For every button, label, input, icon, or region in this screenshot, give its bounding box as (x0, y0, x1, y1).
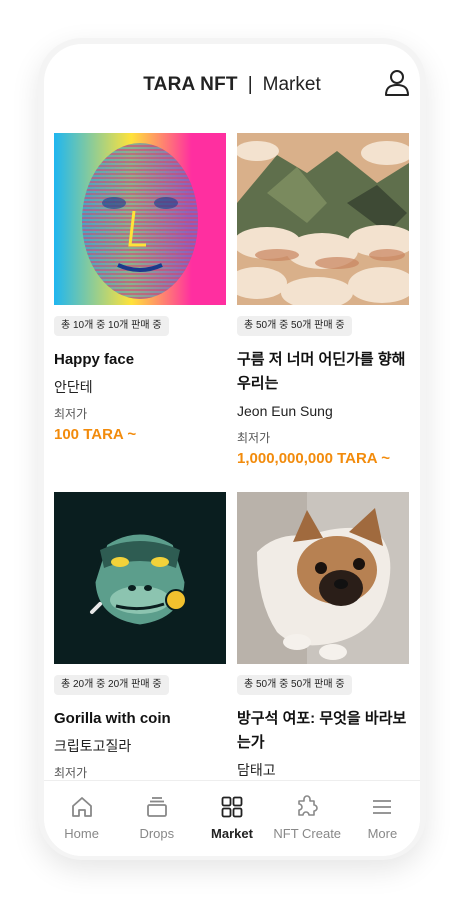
bottom-tab-bar: Home Drops Market NFT Create More (44, 780, 420, 856)
tab-market[interactable]: Market (194, 781, 269, 856)
price-label: 최저가 (54, 766, 88, 780)
price-label: 최저가 (237, 431, 271, 445)
market-grid-icon (221, 796, 243, 818)
creator-name: 담태고 (237, 762, 276, 778)
nft-grid: 총 10개 중 10개 판매 중 Happy face 안단테 최저가 100 … (54, 133, 410, 780)
puppy-image (237, 492, 409, 664)
sale-badge: 총 50개 중 50개 판매 중 (237, 675, 352, 695)
tab-home[interactable]: Home (44, 781, 119, 856)
drops-icon (146, 797, 167, 817)
abstract-face-image (54, 133, 226, 305)
top-header: TARA NFT | Market (44, 44, 420, 126)
title-separator: | (247, 74, 253, 95)
tab-label: Market (211, 826, 253, 841)
nft-card[interactable]: 총 50개 중 50개 판매 중 방구석 여포: 무엇을 바라보는가 담태고 (237, 492, 409, 780)
price-value: 1,000,000,000 TARA ~ (237, 450, 391, 467)
section-title: Market (262, 74, 321, 95)
brand-title: TARA NFT (143, 74, 238, 95)
creator-name: 안단테 (54, 379, 93, 395)
app-screen: TARA NFT | Market 총 10개 중 10개 판매 중 Happy… (44, 44, 420, 856)
nft-card[interactable]: 총 10개 중 10개 판매 중 Happy face 안단테 최저가 100 … (54, 133, 226, 445)
sale-badge: 총 20개 중 20개 판매 중 (54, 675, 169, 695)
nft-title: 구름 저 너머 어딘가를 향해 우리는 (237, 351, 406, 392)
tab-drops[interactable]: Drops (119, 781, 194, 856)
nft-title: 방구석 여포: 무엇을 바라보는가 (237, 710, 407, 751)
sale-badge: 총 10개 중 10개 판매 중 (54, 316, 169, 336)
tab-label: NFT Create (273, 826, 342, 841)
tab-label: More (367, 826, 398, 841)
tab-label: Drops (139, 826, 175, 841)
puzzle-icon (298, 795, 318, 816)
creator-name: Jeon Eun Sung (237, 403, 333, 419)
nft-card[interactable]: 총 20개 중 20개 판매 중 Gorilla with coin 크립토고질… (54, 492, 226, 780)
tab-label: Home (64, 826, 99, 841)
nft-title: Gorilla with coin (54, 710, 171, 727)
gorilla-coin-image (54, 492, 226, 664)
profile-button[interactable] (384, 69, 410, 97)
sale-badge: 총 50개 중 50개 판매 중 (237, 316, 352, 336)
nft-title: Happy face (54, 351, 135, 368)
price-value: 100 TARA ~ (54, 426, 137, 443)
mountain-clouds-image (237, 133, 409, 305)
price-label: 최저가 (54, 407, 88, 421)
tab-nft-create[interactable]: NFT Create (270, 781, 345, 856)
user-icon (385, 70, 409, 96)
nft-card[interactable]: 총 50개 중 50개 판매 중 구름 저 너머 어딘가를 향해 우리는 Jeo… (237, 133, 409, 469)
tab-more[interactable]: More (345, 781, 420, 856)
menu-icon (373, 800, 392, 814)
home-icon (71, 797, 92, 817)
creator-name: 크립토고질라 (54, 738, 132, 754)
